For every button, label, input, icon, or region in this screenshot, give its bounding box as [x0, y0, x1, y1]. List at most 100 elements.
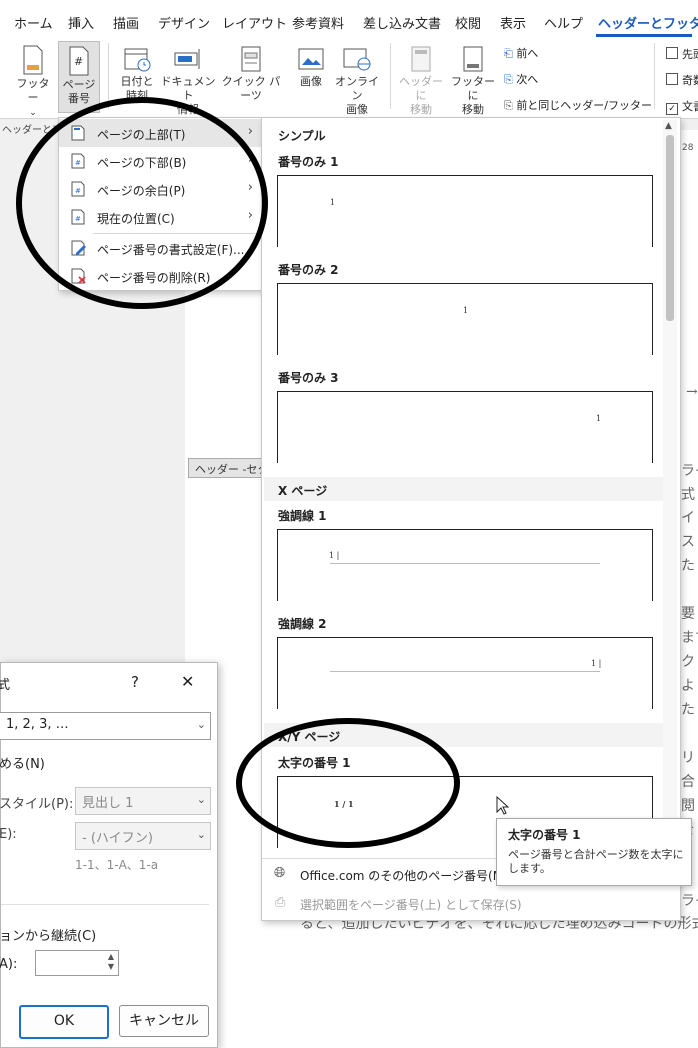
- dialog-divider: [1, 904, 209, 905]
- document-text-fragment: ス: [681, 534, 695, 550]
- go-to-header-label: ヘッダーに 移動: [399, 75, 443, 116]
- tab-review[interactable]: 校閲: [455, 13, 481, 32]
- tab-mailings[interactable]: 差し込み文書: [363, 13, 441, 32]
- next-button[interactable]: ⎘ 次へ: [504, 71, 538, 87]
- tooltip-description: ページ番号と合計ページ数を太字にします。: [508, 848, 684, 875]
- tab-draw[interactable]: 描画: [113, 13, 139, 32]
- spinner-arrows-icon: ▲ ▼: [107, 952, 114, 971]
- ruler-number: 28: [682, 143, 694, 153]
- previous-button[interactable]: ⎗ 前へ: [504, 45, 538, 61]
- quick-parts-button[interactable]: クイック パーツ: [218, 45, 284, 103]
- document-text-fragment: リ: [681, 750, 695, 766]
- tab-layout[interactable]: レイアウト: [222, 13, 287, 32]
- page-number-sample: 1 |: [591, 659, 602, 668]
- number-format-select[interactable]: 1, 2, 3, … ⌄: [0, 712, 211, 740]
- cancel-button[interactable]: キャンセル: [119, 1005, 209, 1037]
- different-first-page-checkbox[interactable]: 先頭: [666, 46, 698, 62]
- document-text-fragment: ます: [681, 630, 698, 646]
- chevron-right-icon: ›: [247, 124, 253, 139]
- gallery-item-title: 番号のみ 1: [278, 155, 339, 169]
- scroll-up-arrow-icon[interactable]: ▲: [665, 121, 672, 131]
- go-to-footer-label: フッターに 移動: [451, 75, 495, 116]
- more-page-numbers-label: Office.com のその他のページ番号(M): [300, 869, 508, 883]
- continue-from-previous-radio[interactable]: ョンから継続(C): [0, 925, 96, 944]
- document-text-fragment: ク: [681, 654, 695, 670]
- annotation-circle-bold-number: [236, 718, 460, 848]
- go-to-footer-button[interactable]: フッターに 移動: [449, 45, 497, 117]
- link-icon: ⎘: [504, 99, 513, 112]
- page-number-label: ページ 番号: [62, 78, 96, 105]
- chapter-style-select[interactable]: 見出し 1 ⌄: [75, 787, 211, 815]
- ribbon-separator: [108, 43, 109, 109]
- separator-example: 1-1、1-A、1-a: [75, 858, 159, 872]
- online-picture-button[interactable]: オンライン 画像: [333, 45, 381, 117]
- page-number-format-dialog: 式 ? ✕ 1, 2, 3, … ⌄ める(N) スタイル(P): 見出し 1 …: [0, 662, 218, 1048]
- accent-line: [330, 563, 600, 564]
- page-number-icon: #: [69, 46, 89, 76]
- document-text-fragment: 要: [681, 606, 695, 622]
- number-format-value: 1, 2, 3, …: [6, 717, 69, 732]
- picture-button[interactable]: 画像: [292, 45, 330, 89]
- page-number-sample: 1: [596, 414, 602, 423]
- gallery-item-accent-bar-1[interactable]: 1 |: [277, 529, 653, 601]
- start-at-spinner[interactable]: ▲ ▼: [35, 950, 119, 976]
- gallery-item-plain-number-3[interactable]: 1: [277, 391, 653, 463]
- dialog-title: 式: [0, 678, 11, 693]
- page-number-button[interactable]: # ページ 番号: [58, 41, 100, 113]
- gallery-item-plain-number-1[interactable]: 1: [277, 175, 653, 247]
- tab-insert[interactable]: 挿入: [68, 13, 94, 32]
- picture-label: 画像: [300, 75, 322, 88]
- document-text-fragment: イ: [681, 510, 695, 526]
- ok-button[interactable]: OK: [19, 1005, 109, 1039]
- document-text-fragment: よ: [681, 678, 695, 694]
- footer-icon: [23, 45, 43, 75]
- link-to-previous-button[interactable]: ⎘ 前と同じヘッダー/フッター: [504, 97, 652, 113]
- gallery-scroll-thumb[interactable]: [666, 135, 674, 321]
- annotation-circle-menu: [16, 97, 268, 309]
- gallery-item-plain-number-2[interactable]: 1: [277, 283, 653, 355]
- page-number-sample: 1: [463, 306, 469, 315]
- mouse-pointer-icon: [496, 796, 510, 815]
- footer-button[interactable]: フッター ⌄: [12, 45, 54, 120]
- gallery-item-title: 強調線 2: [278, 617, 327, 631]
- save-selection-label: 選択範囲をページ番号(上) として保存(S): [300, 898, 522, 912]
- header-section-tab: ヘッダー -セク: [188, 458, 268, 478]
- document-text-fragment: ライ: [681, 463, 698, 479]
- include-chapter-number-checkbox[interactable]: める(N): [0, 753, 45, 772]
- document-info-icon: [174, 49, 200, 69]
- tab-help[interactable]: ヘルプ: [544, 13, 583, 32]
- calendar-clock-icon: [124, 48, 151, 72]
- separator-select[interactable]: - (ハイフン) ⌄: [75, 822, 211, 850]
- tab-view[interactable]: 表示: [500, 13, 526, 32]
- gallery-item-accent-bar-2[interactable]: 1 |: [277, 637, 653, 709]
- start-at-label: A):: [0, 957, 18, 972]
- save-selection-button[interactable]: ⎙ 選択範囲をページ番号(上) として保存(S): [262, 890, 680, 918]
- separator-value: - (ハイフン): [82, 831, 153, 846]
- gallery-item-title: 強調線 1: [278, 509, 327, 523]
- ribbon-tabs: ホーム 挿入 描画 デザイン レイアウト 参考資料 差し込み文書 校閲 表示 ヘ…: [0, 0, 698, 37]
- checkbox-icon: [666, 47, 678, 59]
- show-document-text-checkbox[interactable]: ✓ 文書: [666, 98, 698, 115]
- tab-header-footer[interactable]: ヘッダーとフッター: [598, 13, 698, 32]
- gallery-item-title: 番号のみ 2: [278, 263, 339, 277]
- document-text-fragment: 閲: [681, 798, 695, 814]
- globe-icon: 🌐︎: [274, 865, 286, 881]
- tab-design[interactable]: デザイン: [158, 13, 210, 32]
- tab-home[interactable]: ホーム: [14, 13, 53, 32]
- close-icon[interactable]: ✕: [181, 672, 194, 691]
- tab-references[interactable]: 参考資料: [292, 13, 344, 32]
- page-number-sample: 1 |: [329, 551, 340, 560]
- chevron-down-icon: ⌄: [196, 718, 206, 731]
- help-button[interactable]: ?: [131, 673, 139, 691]
- different-odd-even-checkbox[interactable]: 奇数: [666, 72, 698, 88]
- ribbon-separator: [390, 43, 391, 109]
- document-text-fragment: た: [681, 702, 695, 718]
- tooltip: 太字の番号 1 ページ番号と合計ページ数を太字にします。: [496, 818, 692, 886]
- previous-label: 前へ: [516, 47, 539, 60]
- go-to-header-button[interactable]: ヘッダーに 移動: [397, 45, 445, 117]
- date-time-button[interactable]: 日付と 時刻: [116, 45, 158, 103]
- accent-line: [330, 671, 600, 672]
- svg-text:#: #: [74, 55, 83, 68]
- chevron-down-icon: ⌄: [196, 828, 206, 841]
- link-to-previous-label: 前と同じヘッダー/フッター: [516, 99, 653, 112]
